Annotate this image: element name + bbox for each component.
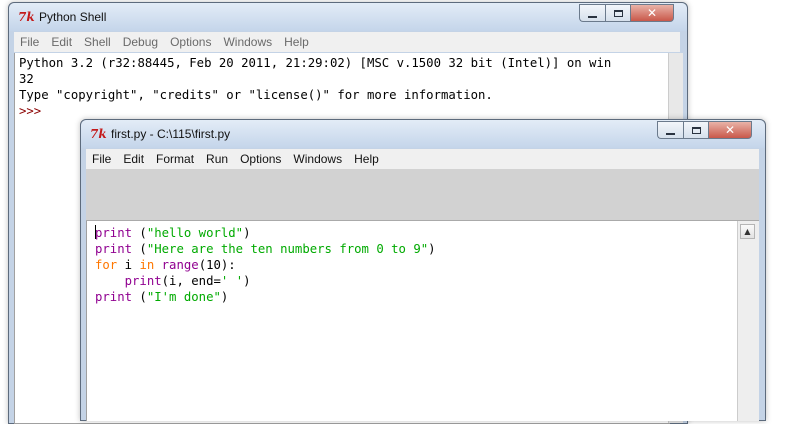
shell-prompt[interactable]: >>> [19, 103, 611, 119]
editor-vertical-scrollbar[interactable]: ▲ [737, 221, 759, 421]
shell-banner-line-2: 32 [19, 72, 34, 86]
editor-menu-format[interactable]: Format [150, 152, 200, 166]
editor-titlebar[interactable]: 7k first.py - C:\115\first.py ✕ [81, 120, 765, 148]
editor-menu-edit[interactable]: Edit [117, 152, 150, 166]
minimize-icon [588, 15, 597, 18]
minimize-icon [666, 132, 675, 135]
editor-minimize-button[interactable] [657, 121, 683, 139]
editor-title: first.py - C:\115\first.py [111, 127, 231, 141]
close-icon: ✕ [724, 123, 736, 137]
shell-minimize-button[interactable] [579, 4, 605, 22]
shell-title: Python Shell [39, 10, 107, 24]
editor-menu-file[interactable]: File [86, 152, 117, 166]
shell-banner-line-3: Type "copyright", "credits" or "license(… [19, 88, 493, 102]
tk-feather-icon: 7k [18, 10, 35, 24]
scroll-up-arrow-icon[interactable]: ▲ [740, 224, 755, 239]
shell-menubar: File Edit Shell Debug Options Windows He… [14, 32, 680, 52]
shell-menu-options[interactable]: Options [164, 35, 217, 49]
close-icon: ✕ [646, 6, 658, 20]
editor-menu-run[interactable]: Run [200, 152, 234, 166]
shell-menu-shell[interactable]: Shell [78, 35, 117, 49]
code-editor[interactable]: print ("hello world") print ("Here are t… [86, 221, 738, 421]
shell-banner-line-1: Python 3.2 (r32:88445, Feb 20 2011, 21:2… [19, 56, 612, 70]
editor-menu-windows[interactable]: Windows [287, 152, 348, 166]
editor-maximize-button[interactable] [683, 121, 708, 139]
editor-menu-help[interactable]: Help [348, 152, 385, 166]
editor-window[interactable]: 7k first.py - C:\115\first.py ✕ File Edi… [80, 119, 766, 421]
shell-menu-help[interactable]: Help [278, 35, 315, 49]
editor-menu-options[interactable]: Options [234, 152, 287, 166]
code-line-1: print ("hello world") [95, 225, 251, 240]
code-line-2: print ("Here are the ten numbers from 0 … [95, 242, 436, 256]
shell-menu-windows[interactable]: Windows [217, 35, 278, 49]
editor-menubar: File Edit Format Run Options Windows Hel… [86, 149, 759, 169]
shell-menu-edit[interactable]: Edit [45, 35, 78, 49]
tk-feather-icon: 7k [90, 127, 107, 141]
shell-close-button[interactable]: ✕ [630, 4, 674, 22]
editor-toolbar-area [86, 169, 759, 221]
code-line-3: for i in range(10): [95, 258, 236, 272]
maximize-icon [691, 126, 701, 134]
shell-menu-file[interactable]: File [14, 35, 45, 49]
shell-menu-debug[interactable]: Debug [117, 35, 164, 49]
code-line-5: print ("I'm done") [95, 290, 229, 304]
maximize-icon [613, 9, 623, 17]
code-line-4: print(i, end=' ') [124, 274, 251, 288]
editor-close-button[interactable]: ✕ [708, 121, 752, 139]
shell-titlebar[interactable]: 7k Python Shell ✕ [9, 3, 687, 31]
shell-maximize-button[interactable] [605, 4, 630, 22]
